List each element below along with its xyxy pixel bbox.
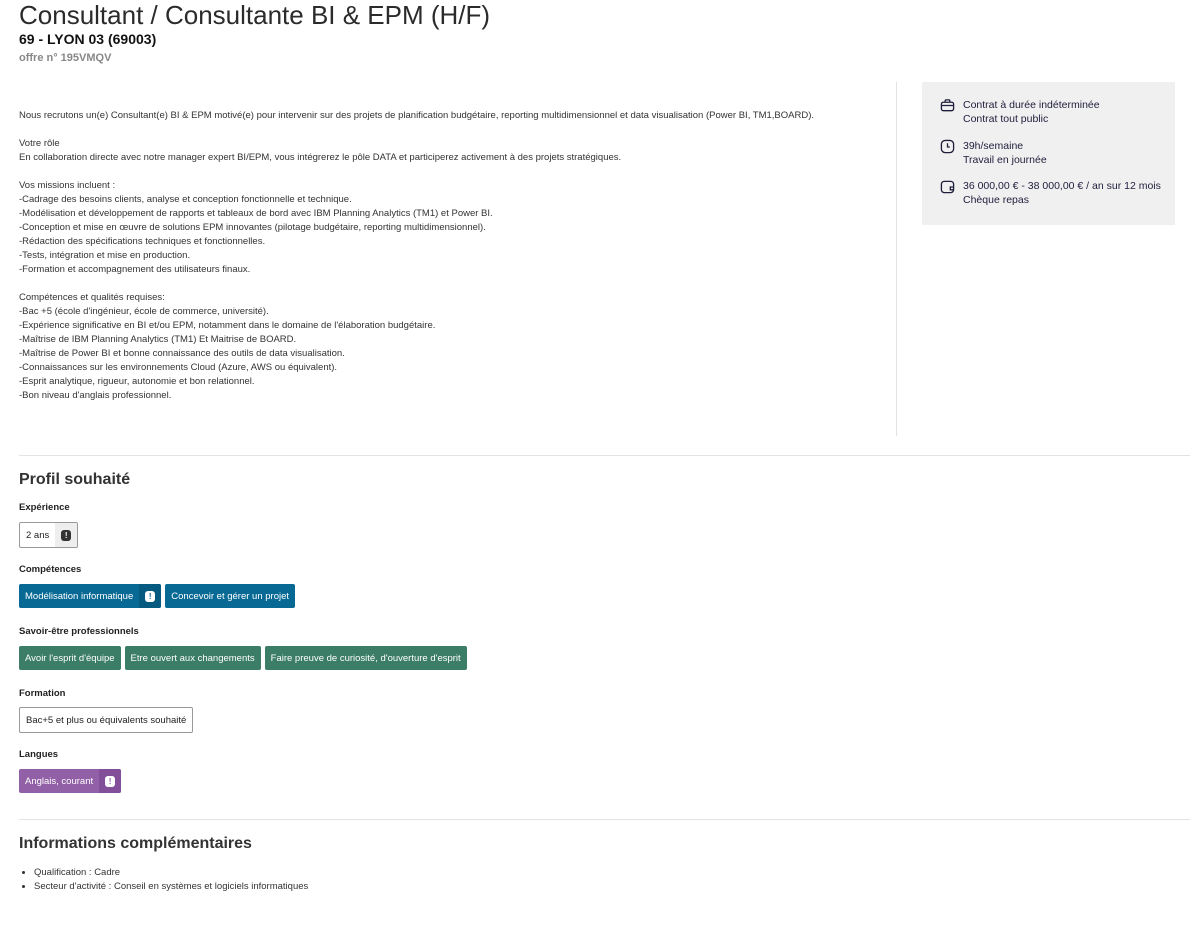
briefcase-icon [940, 99, 955, 112]
description-line: -Maîtrise de Power BI et bonne connaissa… [19, 348, 345, 359]
description-line: -Maîtrise de IBM Planning Analytics (TM1… [19, 334, 297, 345]
skill-tag: Modélisation informatique! [19, 584, 162, 608]
hours-info: 39h/semaine Travail en journée [940, 139, 1047, 167]
description-line: Votre rôle [19, 138, 60, 149]
description-line [19, 165, 889, 179]
education-label: Formation [19, 688, 66, 699]
description-line: -Cadrage des besoins clients, analyse et… [19, 194, 352, 205]
info-list: Qualification : Cadre Secteur d'activité… [19, 866, 308, 894]
description-line: -Expérience significative en BI et/ou EP… [19, 320, 436, 331]
description-line [19, 277, 889, 291]
experience-tag: 2 ans! [19, 522, 79, 548]
info-heading: Informations complémentaires [19, 835, 252, 852]
skill-tag: Concevoir et gérer un projet [165, 584, 296, 608]
offer-number: offre n° 195VMQV [19, 52, 112, 64]
salary-info: 36 000,00 € - 38 000,00 € / an sur 12 mo… [940, 179, 1161, 207]
description-line: -Tests, intégration et mise en productio… [19, 250, 191, 261]
description-line: En collaboration directe avec notre mana… [19, 152, 622, 163]
description-line: -Formation et accompagnement des utilisa… [19, 264, 251, 275]
soft-skill-tag: Faire preuve de curiosité, d'ouverture d… [264, 646, 467, 670]
salary-benefits: Chèque repas [963, 194, 1029, 206]
skills-label: Compétences [19, 564, 82, 575]
education-tag: Bac+5 et plus ou équivalents souhaité [19, 707, 194, 733]
divider [19, 819, 1190, 820]
soft-skill-tag: Avoir l'esprit d'équipe [19, 646, 121, 670]
description-line: -Modélisation et développement de rappor… [19, 208, 493, 219]
job-title: Consultant / Consultante BI & EPM (H/F) [19, 0, 491, 30]
description-line: Nous recrutons un(e) Consultant(e) BI & … [19, 110, 815, 121]
job-description: Nous recrutons un(e) Consultant(e) BI & … [19, 109, 889, 403]
required-icon: ! [139, 584, 162, 608]
description-line: -Conception et mise en œuvre de solution… [19, 222, 486, 233]
list-item: Qualification : Cadre [34, 866, 308, 880]
divider [896, 82, 897, 436]
experience-label: Expérience [19, 502, 70, 513]
salary-range: 36 000,00 € - 38 000,00 € / an sur 12 mo… [963, 180, 1161, 192]
weekly-hours: 39h/semaine [963, 140, 1024, 152]
divider [19, 455, 1190, 456]
job-summary-panel: Contrat à durée indéterminée Contrat tout… [922, 82, 1175, 225]
soft-skills-label: Savoir-être professionnels [19, 626, 139, 637]
clock-icon [940, 139, 955, 154]
description-line: -Rédaction des spécifications techniques… [19, 236, 266, 247]
description-line [19, 123, 889, 137]
contract-type: Contrat à durée indéterminée [963, 99, 1100, 111]
required-icon: ! [99, 769, 122, 793]
description-line: Compétences et qualités requises: [19, 292, 165, 303]
description-line: -Connaissances sur les environnements Cl… [19, 362, 338, 373]
contract-info: Contrat à durée indéterminée Contrat tout… [940, 98, 1100, 126]
description-line: -Bon niveau d'anglais professionnel. [19, 390, 172, 401]
description-line: -Bac +5 (école d'ingénieur, école de com… [19, 306, 269, 317]
wallet-icon [940, 180, 955, 194]
language-tag: Anglais, courant! [19, 769, 122, 793]
description-line: -Esprit analytique, rigueur, autonomie e… [19, 376, 255, 387]
required-icon: ! [55, 523, 78, 547]
profile-heading: Profil souhaité [19, 471, 131, 488]
list-item: Secteur d'activité : Conseil en systèmes… [34, 880, 308, 894]
soft-skill-tag: Etre ouvert aux changements [124, 646, 261, 670]
work-schedule: Travail en journée [963, 154, 1047, 166]
description-line: Vos missions incluent : [19, 180, 116, 191]
languages-label: Langues [19, 749, 59, 760]
contract-audience: Contrat tout public [963, 113, 1049, 125]
job-location: 69 - LYON 03 (69003) [19, 31, 157, 47]
